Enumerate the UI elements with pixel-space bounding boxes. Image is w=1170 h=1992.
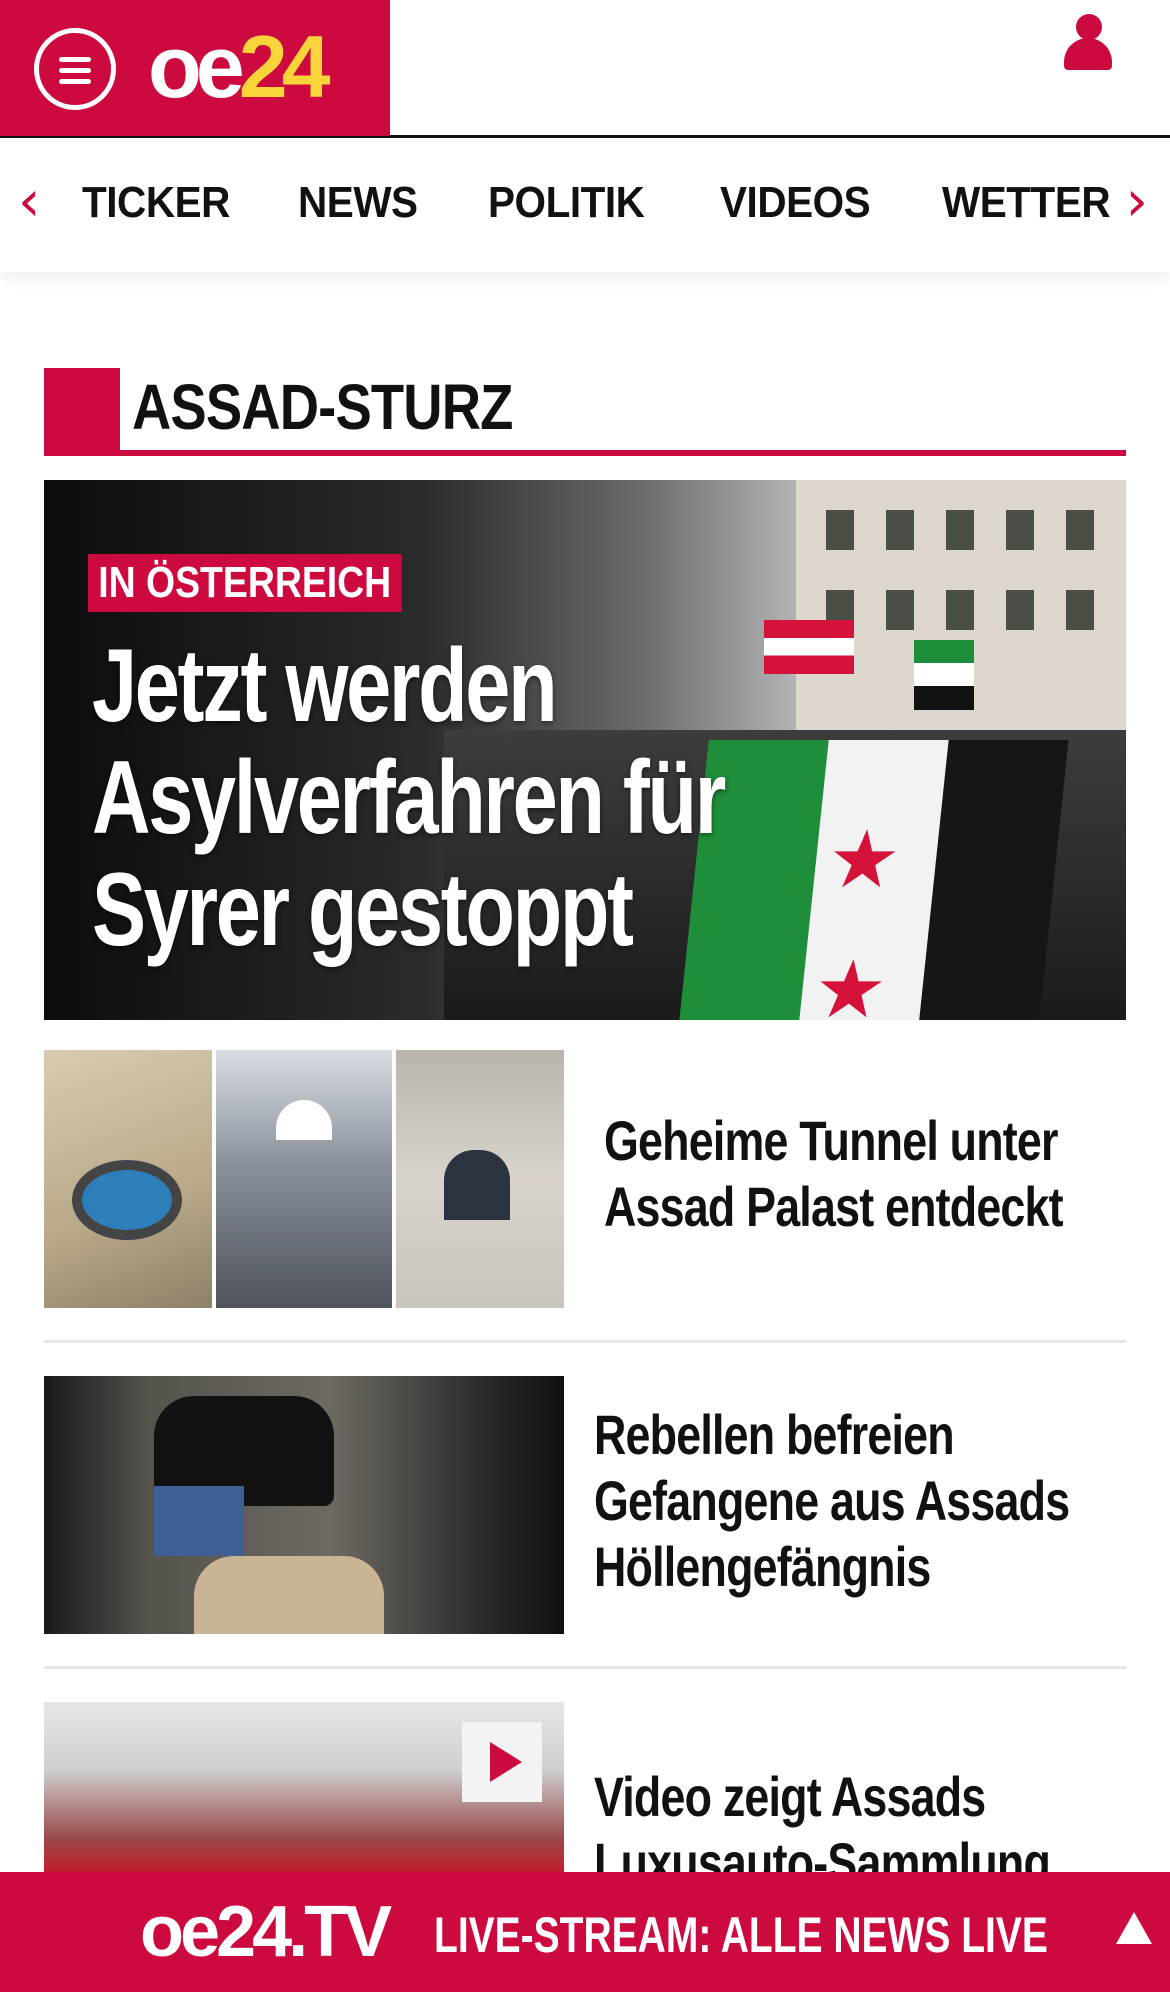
hero-headline[interactable]: Jetzt werden Asylverfahren für Syrer ges… bbox=[92, 630, 794, 966]
play-icon[interactable] bbox=[462, 1722, 542, 1802]
hamburger-menu-icon[interactable] bbox=[34, 28, 116, 110]
article-title[interactable]: Geheime Tunnel unter Assad Palast entdec… bbox=[604, 1108, 1116, 1240]
section-marker bbox=[44, 368, 120, 456]
nav-item-wetter[interactable]: WETTER bbox=[942, 178, 1111, 228]
nav-item-ticker[interactable]: TICKER bbox=[82, 178, 230, 228]
article-divider bbox=[44, 1340, 1126, 1343]
article-thumbnail[interactable] bbox=[44, 1050, 564, 1308]
nav-item-politik[interactable]: POLITIK bbox=[488, 178, 645, 228]
live-stream-bar[interactable]: oe24.TV LIVE-STREAM: ALLE NEWS LIVE bbox=[0, 1872, 1170, 1992]
tv-logo[interactable]: oe24.TV bbox=[140, 1894, 392, 1970]
hero-article[interactable]: ★ ★ IN ÖSTERREICH Jetzt werden Asylverfa… bbox=[44, 480, 1126, 1020]
nav-item-news[interactable]: NEWS bbox=[298, 178, 418, 228]
arrow-up-icon[interactable] bbox=[1116, 1912, 1152, 1944]
section-title[interactable]: ASSAD-STURZ bbox=[132, 370, 513, 444]
article-thumbnail[interactable] bbox=[44, 1702, 564, 1872]
nav-left-arrow-icon[interactable]: ‹ bbox=[18, 174, 40, 230]
nav-item-videos[interactable]: VIDEOS bbox=[720, 178, 871, 228]
article-item[interactable]: Rebellen befreien Gefangene aus Assads H… bbox=[44, 1376, 1126, 1634]
live-stream-text[interactable]: LIVE-STREAM: ALLE NEWS LIVE bbox=[434, 1906, 1048, 1964]
nav-right-arrow-icon[interactable]: › bbox=[1126, 174, 1148, 230]
site-header: oe24 bbox=[0, 0, 1170, 138]
article-divider bbox=[44, 1666, 1126, 1669]
article-item[interactable]: Video zeigt Assads Luxusauto-Sammlung bbox=[44, 1702, 1126, 1872]
category-nav: ‹ TICKER NEWS POLITIK VIDEOS WETTER › bbox=[0, 138, 1170, 272]
hero-image-flag-small bbox=[914, 640, 974, 710]
hero-kicker: IN ÖSTERREICH bbox=[88, 554, 402, 612]
article-item[interactable]: Geheime Tunnel unter Assad Palast entdec… bbox=[44, 1050, 1126, 1308]
site-logo[interactable]: oe24 bbox=[148, 22, 331, 112]
user-icon[interactable] bbox=[1062, 14, 1114, 72]
section-header: ASSAD-STURZ bbox=[44, 368, 1126, 456]
brand-block: oe24 bbox=[0, 0, 390, 136]
article-title[interactable]: Video zeigt Assads Luxusauto-Sammlung bbox=[594, 1764, 1106, 1872]
section-underline bbox=[44, 450, 1126, 456]
article-thumbnail[interactable] bbox=[44, 1376, 564, 1634]
article-title[interactable]: Rebellen befreien Gefangene aus Assads H… bbox=[594, 1402, 1106, 1600]
